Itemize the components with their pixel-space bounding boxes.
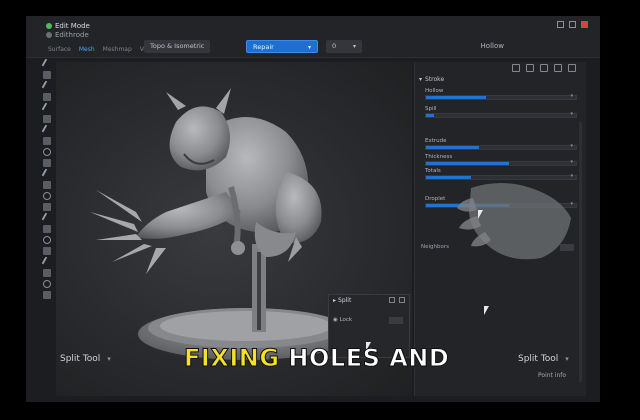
- object-name: Edithrode: [55, 31, 89, 39]
- chevron-down-icon: ▾: [570, 93, 573, 99]
- grid-icon[interactable]: [540, 64, 548, 72]
- knife-tool-icon[interactable]: [41, 212, 53, 224]
- settings-icon[interactable]: [568, 64, 576, 72]
- cut-tool-icon[interactable]: [41, 168, 53, 180]
- hole-tool-icon[interactable]: [43, 280, 51, 288]
- caption-highlight: FIXING: [184, 344, 280, 373]
- slider-fill: [426, 146, 479, 149]
- popup-title: Split: [338, 297, 352, 304]
- tab-mesh[interactable]: Mesh: [79, 46, 95, 53]
- mode-title: Edit Mode: [55, 22, 90, 30]
- object-row[interactable]: Edithrode: [46, 31, 89, 39]
- lock-label: Lock: [339, 317, 353, 323]
- brush-tool-icon[interactable]: [41, 80, 53, 92]
- panel-mode-select[interactable]: Split Tool ▾: [518, 354, 569, 364]
- draw-tool-icon[interactable]: [41, 58, 53, 70]
- repair-select-label: Repair: [253, 43, 274, 51]
- minimize-icon[interactable]: [557, 21, 564, 28]
- chevron-down-icon: ▾: [565, 355, 569, 363]
- status-dot-icon: [46, 23, 52, 29]
- stroke-section-header[interactable]: ▾ Stroke: [419, 76, 444, 83]
- panel-toolbar: [512, 64, 576, 72]
- mouse-cursor-icon: [478, 210, 483, 219]
- sphere-tool-icon[interactable]: [43, 192, 51, 200]
- inflate-tool-icon[interactable]: [43, 115, 51, 123]
- prop-slider[interactable]: [425, 145, 577, 150]
- lock-option[interactable]: ◉ Lock: [333, 317, 352, 323]
- stroke-section-title: Stroke: [425, 76, 445, 83]
- prop-label: Spill: [425, 106, 437, 112]
- object-icon: [46, 32, 52, 38]
- tab-surface[interactable]: Surface: [48, 46, 71, 53]
- close-icon[interactable]: [399, 297, 405, 303]
- grab-tool-icon[interactable]: [43, 71, 51, 79]
- crease-tool-icon[interactable]: [41, 102, 53, 114]
- chevron-down-icon: ▾: [307, 44, 311, 51]
- prop-extrude[interactable]: Extrude ▾: [425, 138, 577, 150]
- maximize-icon[interactable]: [569, 21, 576, 28]
- repair-select[interactable]: Repair ▾: [246, 40, 318, 53]
- mask-tool-icon[interactable]: [43, 159, 51, 167]
- select-tool-icon[interactable]: [43, 148, 51, 156]
- hand-preview-image: [457, 183, 571, 260]
- value-select-label: 0: [332, 42, 337, 50]
- prop-slider[interactable]: [425, 113, 577, 118]
- prop-spill[interactable]: Spill ▾: [425, 106, 577, 118]
- smooth-tool-icon[interactable]: [43, 93, 51, 101]
- camera-icon[interactable]: [554, 64, 562, 72]
- left-toolbar: [40, 58, 54, 390]
- caption-rest: HOLES AND: [288, 344, 450, 373]
- neighbors-toggle[interactable]: [560, 244, 574, 251]
- close-icon[interactable]: [581, 21, 588, 28]
- slider-fill: [426, 96, 486, 99]
- chevron-down-icon: ▾: [570, 111, 573, 117]
- split-icon: ▸: [333, 297, 337, 304]
- chevron-down-icon: ▾: [352, 43, 356, 50]
- split-tool-icon[interactable]: [41, 256, 53, 268]
- mode-select[interactable]: Topo & Isometric: [144, 40, 211, 53]
- viewport-mode-label: Split Tool: [60, 354, 101, 364]
- prop-label: Hollow: [425, 88, 444, 94]
- panel-mode-label: Split Tool: [518, 354, 559, 364]
- box-tool-icon[interactable]: [43, 203, 51, 211]
- lock-value-field[interactable]: [389, 317, 403, 324]
- video-caption: FIXING HOLES AND: [184, 344, 450, 373]
- fill-tool-icon[interactable]: [43, 181, 51, 189]
- mouse-cursor-icon: [484, 306, 489, 315]
- chevron-down-icon: ▾: [419, 76, 423, 83]
- prop-hollow[interactable]: Hollow ▾: [425, 88, 577, 100]
- weld-tool-icon[interactable]: [43, 269, 51, 277]
- prop-label: Extrude: [425, 138, 447, 144]
- value-select[interactable]: 0 ▾: [326, 40, 362, 53]
- chevron-down-icon: ▾: [107, 355, 111, 363]
- viewport-mode-select[interactable]: Split Tool ▾: [60, 354, 111, 364]
- neighbors-label: Neighbors: [421, 244, 449, 250]
- slider-fill: [426, 114, 434, 117]
- popup-header: ▸ Split: [333, 297, 351, 304]
- move-tool-icon[interactable]: [43, 247, 51, 255]
- chevron-down-icon: ▾: [570, 143, 573, 149]
- prop-slider[interactable]: [425, 95, 577, 100]
- flatten-tool-icon[interactable]: [43, 137, 51, 145]
- hollow-label[interactable]: Hollow: [481, 42, 504, 50]
- popup-controls: [389, 297, 405, 303]
- layers-icon[interactable]: [512, 64, 520, 72]
- panel-scrollbar[interactable]: [579, 122, 582, 382]
- pinch-tool-icon[interactable]: [41, 124, 53, 136]
- mode-row: Edit Mode: [46, 22, 90, 30]
- settings-tool-icon[interactable]: [43, 291, 51, 299]
- pin-icon[interactable]: [389, 297, 395, 303]
- mode-select-label: Topo & Isometric: [150, 42, 205, 50]
- tab-meshmap[interactable]: Meshmap: [103, 46, 132, 53]
- grid-tool-icon[interactable]: [43, 225, 51, 233]
- home-icon[interactable]: [526, 64, 534, 72]
- rotate-tool-icon[interactable]: [43, 236, 51, 244]
- top-bar: Edit Mode Edithrode Surface Mesh Meshmap…: [26, 16, 600, 58]
- point-info-label: Point info: [538, 372, 567, 379]
- window-controls: [557, 21, 588, 28]
